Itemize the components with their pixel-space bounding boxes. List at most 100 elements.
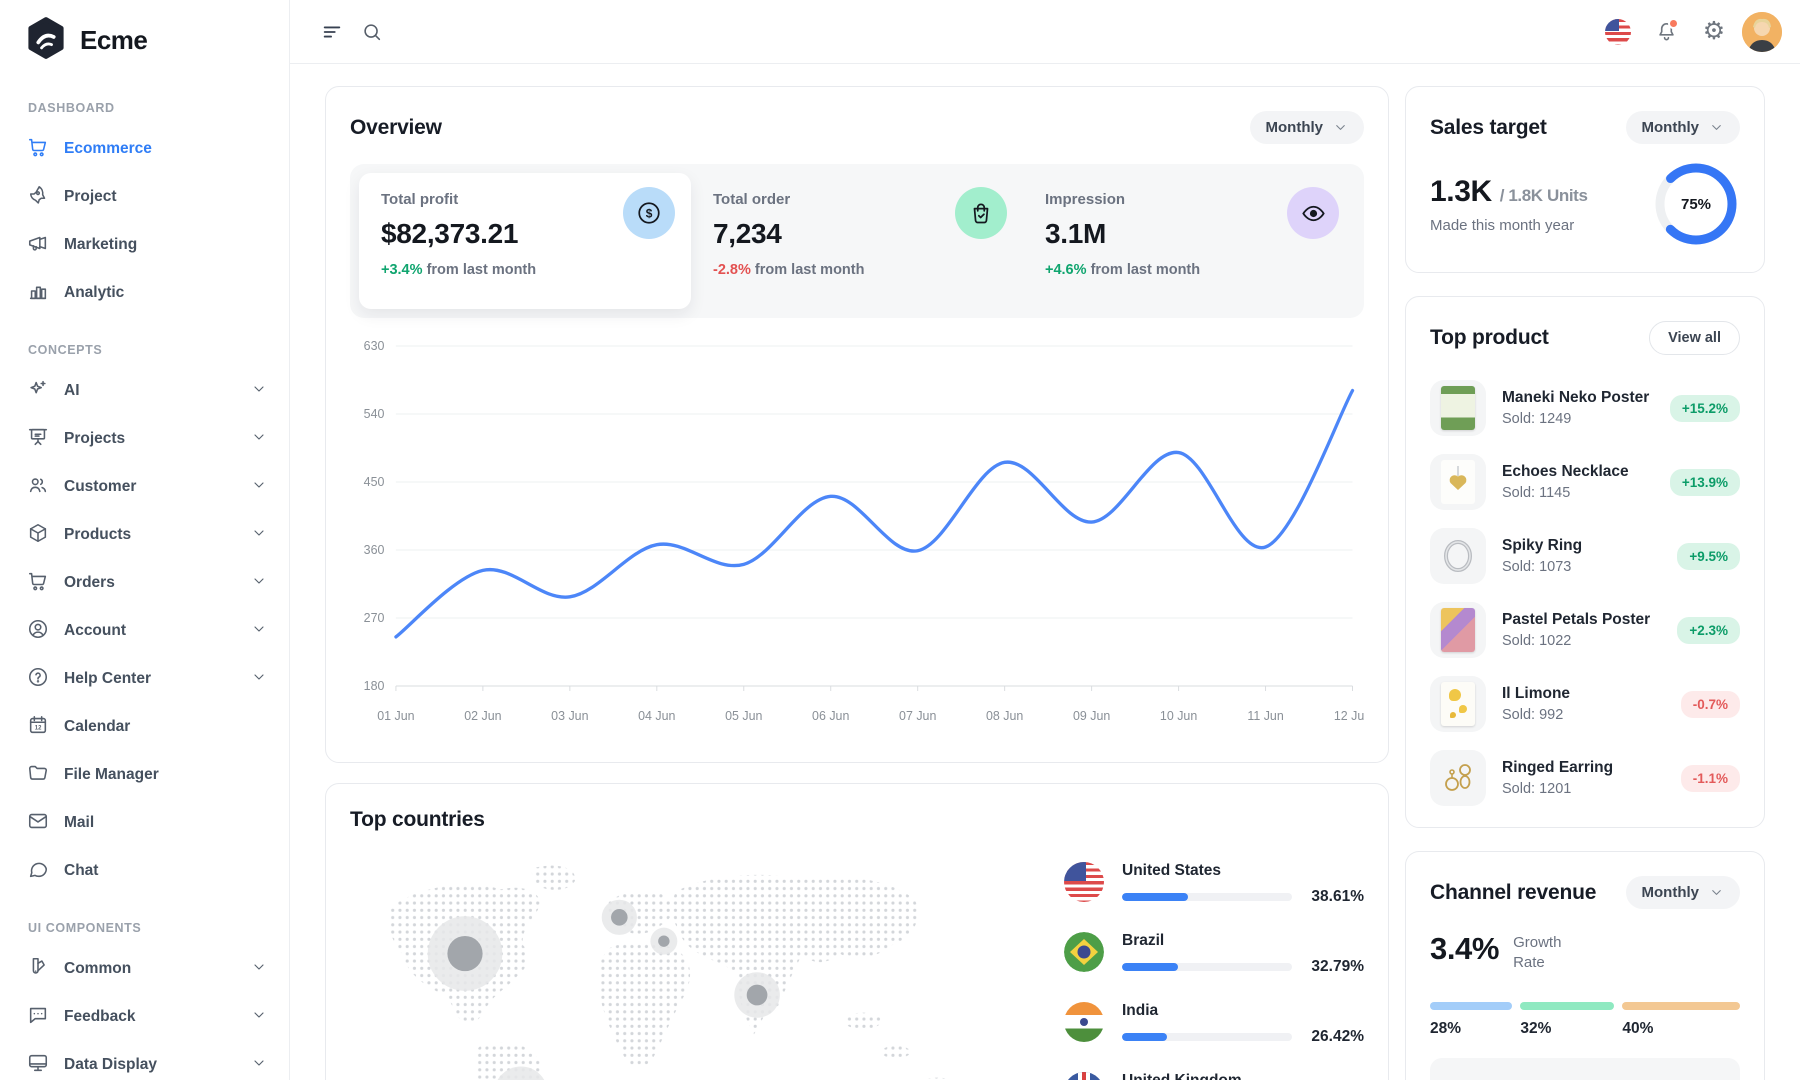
notifications-button[interactable] xyxy=(1646,12,1686,52)
product-row-il-limone[interactable]: Il Limone Sold: 992 -0.7% xyxy=(1430,667,1740,741)
sidebar-item-calendar[interactable]: 12 Calendar xyxy=(0,703,289,751)
segment-label: 28% xyxy=(1430,1020,1512,1038)
stat-impression[interactable]: Impression 3.1M +4.6% from last month xyxy=(1023,173,1355,309)
chevron-down-icon xyxy=(1709,120,1724,135)
mail-icon xyxy=(27,810,49,837)
avatar[interactable] xyxy=(1742,12,1782,52)
channel-revenue-period-select[interactable]: Monthly xyxy=(1626,876,1741,909)
product-name: Spiky Ring xyxy=(1502,537,1661,555)
main-area: ⚙ Overview xyxy=(290,0,1800,1080)
sidebar-item-projects[interactable]: Projects xyxy=(0,415,289,463)
country-row-india[interactable]: India 26.42% xyxy=(1064,1002,1364,1046)
search-icon xyxy=(361,21,383,43)
sidebar-item-file-manager[interactable]: File Manager xyxy=(0,751,289,799)
sidebar-item-common[interactable]: Common xyxy=(0,945,289,993)
help-circle-icon xyxy=(27,666,49,693)
product-row-pastel-petals-poster[interactable]: Pastel Petals Poster Sold: 1022 +2.3% xyxy=(1430,593,1740,667)
eye-icon xyxy=(1287,187,1339,239)
swatch-icon xyxy=(27,956,49,983)
change-badge: +2.3% xyxy=(1677,617,1740,644)
product-thumbnail xyxy=(1430,380,1486,436)
sidebar-item-mail[interactable]: Mail xyxy=(0,799,289,847)
sidebar-item-analytic[interactable]: Analytic xyxy=(0,269,289,317)
revenue-segments-bar xyxy=(1430,1002,1740,1010)
sidebar-item-orders[interactable]: Orders xyxy=(0,559,289,607)
country-row-brazil[interactable]: Brazil 32.79% xyxy=(1064,932,1364,976)
chevron-down-icon xyxy=(251,429,267,450)
change-badge: +15.2% xyxy=(1670,395,1740,422)
folder-icon xyxy=(27,762,49,789)
change-badge: -1.1% xyxy=(1681,765,1740,792)
sidebar-item-account[interactable]: Account xyxy=(0,607,289,655)
view-all-button[interactable]: View all xyxy=(1649,321,1740,355)
country-list: United States 38.61% xyxy=(1064,850,1364,1080)
stat-total-order[interactable]: Total order 7,234 -2.8% from last month xyxy=(691,173,1023,309)
sidebar-item-chat[interactable]: Chat xyxy=(0,847,289,895)
sidebar-item-ai[interactable]: AI xyxy=(0,367,289,415)
presentation-icon xyxy=(27,426,49,453)
country-row-united-states[interactable]: United States 38.61% xyxy=(1064,862,1364,906)
growth-rate-value: 3.4% xyxy=(1430,931,1499,967)
segment xyxy=(1430,1002,1512,1010)
svg-text:360: 360 xyxy=(364,542,385,557)
chevron-down-icon xyxy=(251,477,267,498)
overview-title: Overview xyxy=(350,116,442,140)
svg-text:11 Jun: 11 Jun xyxy=(1247,708,1283,723)
product-row-spiky-ring[interactable]: Spiky Ring Sold: 1073 +9.5% xyxy=(1430,519,1740,593)
change-badge: +9.5% xyxy=(1677,543,1740,570)
stat-total-profit[interactable]: Total profit $82,373.21 +3.4% from last … xyxy=(359,173,691,309)
sparkles-icon xyxy=(27,378,49,405)
product-sold: Sold: 1073 xyxy=(1502,559,1661,575)
growth-rate-label: Growth Rate xyxy=(1513,933,1573,974)
sidebar-item-ecommerce[interactable]: Ecommerce xyxy=(0,125,289,173)
sidebar-item-label: File Manager xyxy=(64,766,267,784)
sidebar-item-customer[interactable]: Customer xyxy=(0,463,289,511)
sidebar-item-label: AI xyxy=(64,382,236,400)
sidebar-toggle-button[interactable] xyxy=(312,12,352,52)
language-button[interactable] xyxy=(1598,12,1638,52)
stat-delta: -2.8% xyxy=(713,262,751,278)
search-button[interactable] xyxy=(352,12,392,52)
product-sold: Sold: 1201 xyxy=(1502,781,1665,797)
sidebar-item-data-display[interactable]: Data Display xyxy=(0,1041,289,1080)
sidebar-item-feedback[interactable]: Feedback xyxy=(0,993,289,1041)
nav-section-dashboard: DASHBOARD xyxy=(0,75,289,125)
svg-text:10 Jun: 10 Jun xyxy=(1160,708,1197,723)
product-list: Maneki Neko Poster Sold: 1249 +15.2% Ech… xyxy=(1430,371,1740,815)
sidebar-item-label: Calendar xyxy=(64,718,267,736)
right-column: Sales target Monthly 1.3K / 1.8K Units M… xyxy=(1405,86,1765,1080)
calendar-icon: 12 xyxy=(27,714,49,741)
sidebar-item-project[interactable]: Project xyxy=(0,173,289,221)
svg-text:630: 630 xyxy=(364,338,385,353)
settings-button[interactable]: ⚙ xyxy=(1694,12,1734,52)
stat-delta-suffix: from last month xyxy=(427,262,537,278)
gear-icon: ⚙ xyxy=(1703,19,1725,44)
sidebar-item-label: Project xyxy=(64,188,267,206)
chevron-down-icon xyxy=(251,959,267,980)
product-row-ringed-earring[interactable]: Ringed Earring Sold: 1201 -1.1% xyxy=(1430,741,1740,815)
sidebar-item-products[interactable]: Products xyxy=(0,511,289,559)
sidebar: Ecme DASHBOARD Ecommerce Project Marketi… xyxy=(0,0,290,1080)
svg-text:03 Jun: 03 Jun xyxy=(551,708,588,723)
segment xyxy=(1520,1002,1614,1010)
uk-flag-icon xyxy=(1064,1072,1104,1080)
brand-logo[interactable]: Ecme xyxy=(0,0,289,75)
top-product-card: Top product View all Maneki Neko Poster … xyxy=(1405,296,1765,828)
product-thumbnail xyxy=(1430,602,1486,658)
sidebar-item-marketing[interactable]: Marketing xyxy=(0,221,289,269)
product-name: Pastel Petals Poster xyxy=(1502,611,1661,629)
feedback-icon xyxy=(27,1004,49,1031)
sidebar-item-label: Data Display xyxy=(64,1056,236,1074)
overview-period-select[interactable]: Monthly xyxy=(1250,111,1365,144)
product-row-echoes-necklace[interactable]: Echoes Necklace Sold: 1145 +13.9% xyxy=(1430,445,1740,519)
sidebar-item-help-center[interactable]: Help Center xyxy=(0,655,289,703)
world-map xyxy=(350,850,1044,1080)
sidebar-item-label: Marketing xyxy=(64,236,267,254)
svg-text:06 Jun: 06 Jun xyxy=(812,708,849,723)
product-row-maneki-neko-poster[interactable]: Maneki Neko Poster Sold: 1249 +15.2% xyxy=(1430,371,1740,445)
channel-revenue-footer xyxy=(1430,1058,1740,1080)
avatar-image xyxy=(1742,12,1782,52)
country-row-united-kingdom[interactable]: United Kingdom xyxy=(1064,1072,1364,1080)
country-percent: 32.79% xyxy=(1306,958,1364,976)
sales-target-period-select[interactable]: Monthly xyxy=(1626,111,1741,144)
